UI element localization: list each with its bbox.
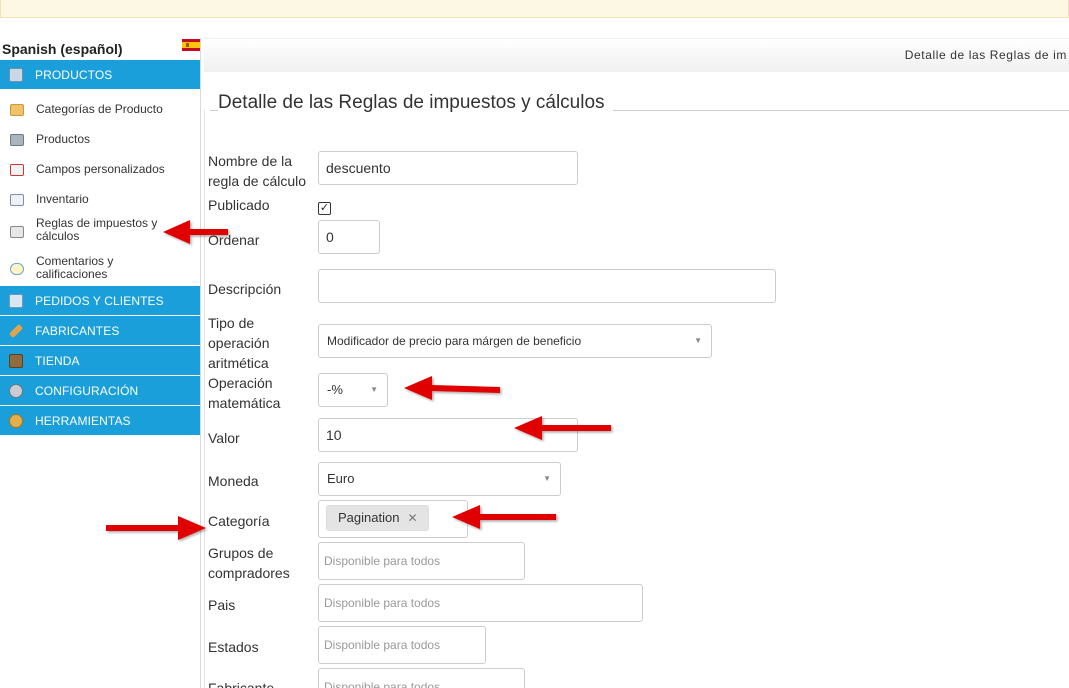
arrow-left-math <box>404 376 500 400</box>
arrow-left-category <box>452 505 556 529</box>
arrow-left-value <box>514 416 611 440</box>
annotation-arrows <box>106 220 611 540</box>
arrow-right-category <box>106 516 206 540</box>
arrow-left-reglas <box>163 220 228 244</box>
